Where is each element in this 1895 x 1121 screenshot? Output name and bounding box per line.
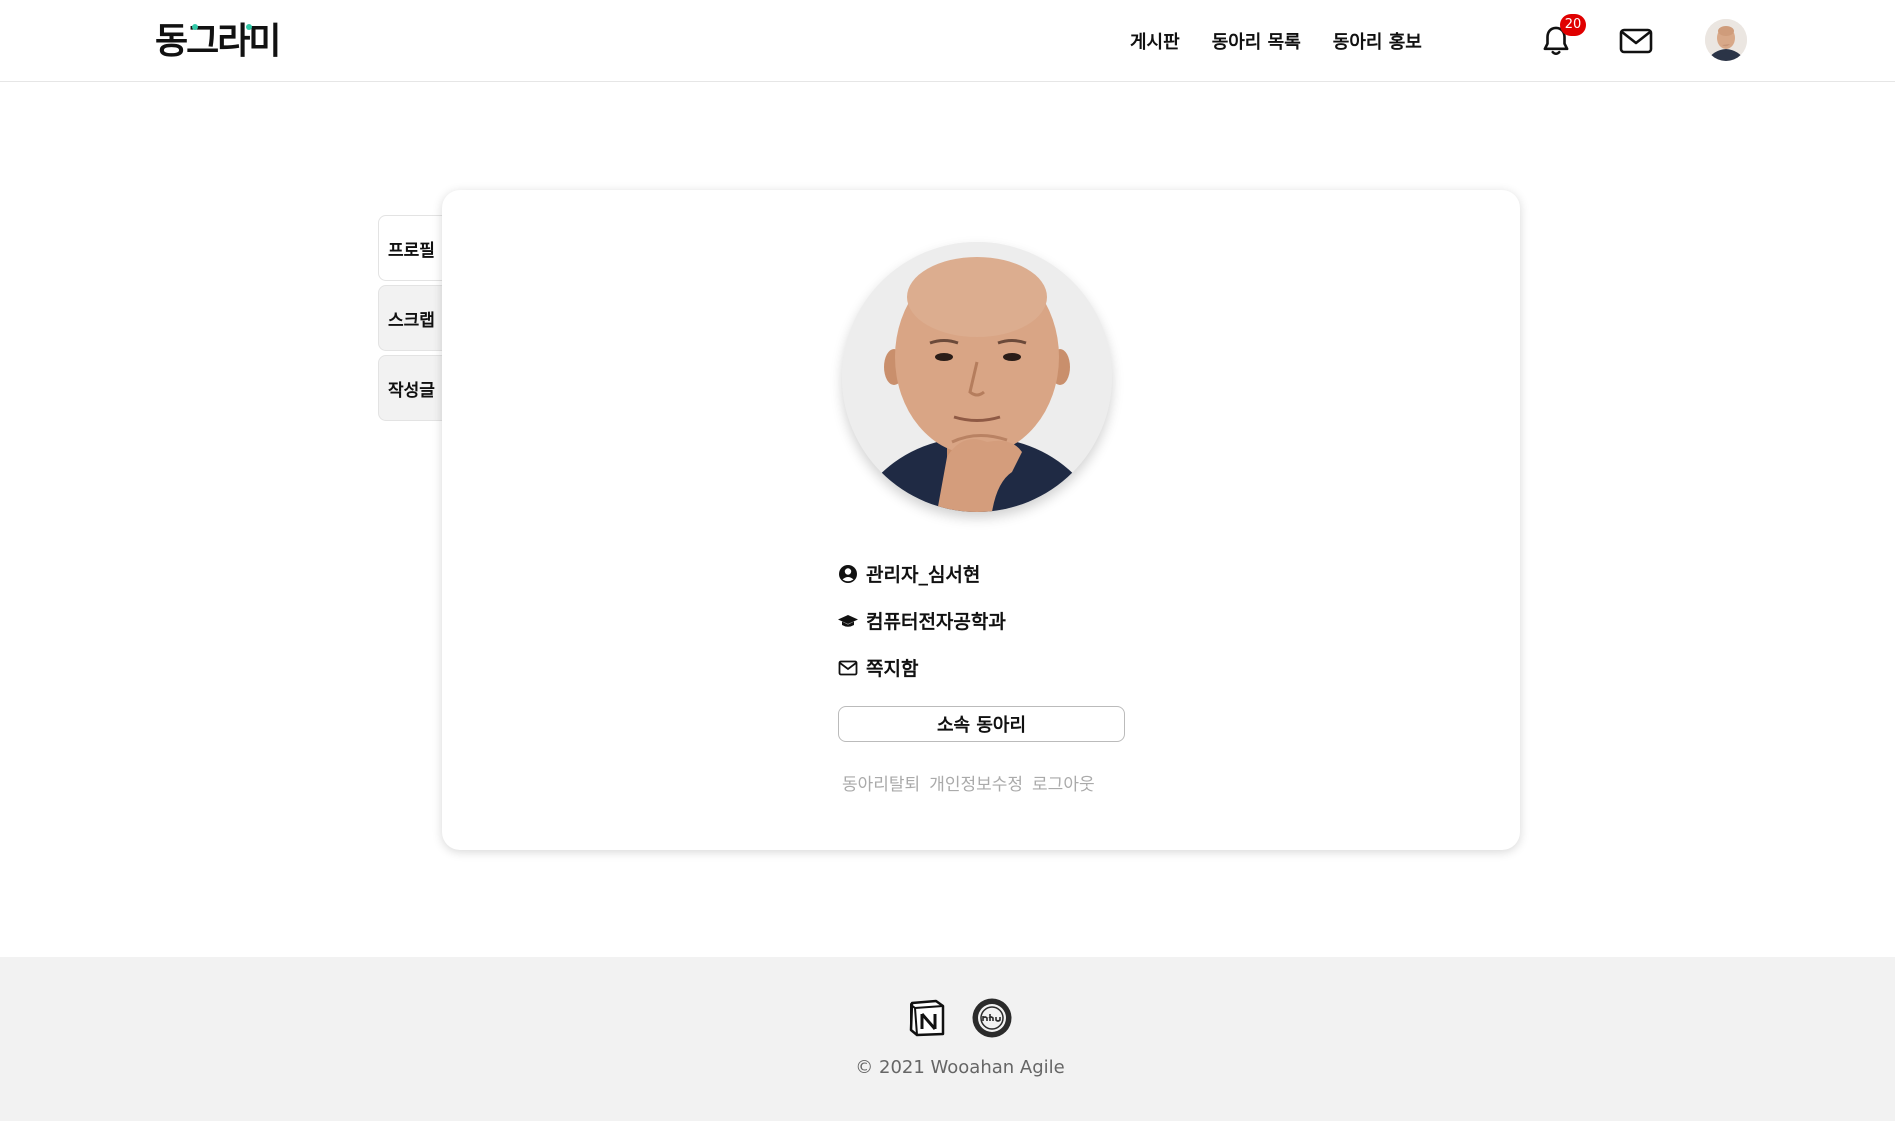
- my-clubs-button[interactable]: 소속 동아리: [838, 706, 1125, 742]
- user-circle-icon: [839, 564, 857, 583]
- top-header: 동그라미 게시판 동아리 목록 동아리 홍보 20: [0, 0, 1895, 82]
- logo-text: 동그라미: [155, 21, 281, 62]
- velog-icon[interactable]: [971, 997, 1013, 1039]
- profile-department-row: 컴퓨터전자공학과: [838, 607, 1006, 634]
- tab-scrap[interactable]: 스크랩: [378, 285, 444, 351]
- notion-icon[interactable]: [906, 997, 948, 1039]
- copyright-text: © 2021 Wooahan Agile: [855, 1057, 1065, 1078]
- profile-name: 관리자_심서현: [866, 564, 981, 586]
- notification-badge: 20: [1560, 14, 1586, 36]
- tab-my-posts[interactable]: 작성글: [378, 355, 444, 421]
- graduation-cap-icon: [838, 614, 858, 627]
- logout-link[interactable]: 로그아웃: [1032, 770, 1095, 795]
- nav-club-promo[interactable]: 동아리 홍보: [1333, 28, 1422, 54]
- account-actions: 동아리탈퇴 개인정보수정 로그아웃: [842, 770, 1095, 795]
- inbox-link[interactable]: 쪽지함: [838, 654, 918, 681]
- profile-name-row: 관리자_심서현: [838, 560, 980, 587]
- site-footer: © 2021 Wooahan Agile: [0, 957, 1895, 1121]
- leave-club-link[interactable]: 동아리탈퇴: [842, 770, 920, 795]
- edit-profile-link[interactable]: 개인정보수정: [929, 770, 1023, 795]
- avatar-face-icon: [1705, 19, 1747, 61]
- logo-dot: [246, 24, 252, 30]
- user-avatar[interactable]: [1705, 19, 1747, 61]
- inbox-label: 쪽지함: [866, 658, 919, 680]
- mail-icon[interactable]: [1619, 26, 1653, 56]
- site-logo[interactable]: 동그라미: [155, 18, 281, 64]
- profile-department: 컴퓨터전자공학과: [866, 611, 1006, 633]
- envelope-icon: [838, 660, 858, 675]
- logo-dot: [192, 24, 198, 30]
- profile-avatar: [842, 242, 1112, 512]
- nav-club-list[interactable]: 동아리 목록: [1212, 28, 1301, 54]
- profile-card: 관리자_심서현 컴퓨터전자공학과 쪽지함 소속 동아리 동아리탈퇴 개인정보수정…: [442, 190, 1520, 850]
- nav-board[interactable]: 게시판: [1130, 28, 1180, 54]
- profile-photo-icon: [842, 242, 1112, 512]
- main-nav: 게시판 동아리 목록 동아리 홍보: [1130, 28, 1422, 54]
- tab-profile[interactable]: 프로필: [378, 215, 444, 281]
